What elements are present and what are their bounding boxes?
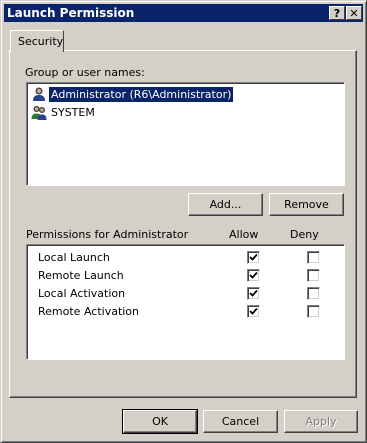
apply-button-label: Apply <box>305 415 337 428</box>
users-label: Group or user names: <box>25 66 145 79</box>
add-button-label: Add... <box>209 198 242 211</box>
close-icon[interactable]: ✕ <box>346 6 362 20</box>
list-item-administrator[interactable]: Administrator (R6\Administrator) <box>31 86 237 103</box>
group-icon <box>31 106 47 120</box>
permission-label: Local Launch <box>38 251 110 264</box>
ok-button-label: OK <box>152 415 168 428</box>
deny-header: Deny <box>290 228 319 241</box>
deny-checkbox[interactable] <box>307 269 320 282</box>
list-item-system[interactable]: SYSTEM <box>31 104 101 121</box>
allow-checkbox[interactable] <box>247 305 260 318</box>
permission-row-remote-activation: Remote Activation <box>38 303 348 321</box>
tab-security-label: Security <box>18 35 64 48</box>
deny-checkbox[interactable] <box>307 305 320 318</box>
cancel-button[interactable]: Cancel <box>203 410 278 433</box>
allow-checkbox[interactable] <box>247 251 260 264</box>
allow-checkbox[interactable] <box>247 287 260 300</box>
allow-checkbox[interactable] <box>247 269 260 282</box>
permission-label: Remote Activation <box>38 305 140 318</box>
allow-header: Allow <box>229 228 259 241</box>
deny-checkbox[interactable] <box>307 251 320 264</box>
permission-row-remote-launch: Remote Launch <box>38 267 348 285</box>
checkmark-icon <box>249 307 258 315</box>
permission-row-local-activation: Local Activation <box>38 285 348 303</box>
security-panel: Group or user names: Administrator (R6\A… <box>9 50 357 398</box>
list-item-label: SYSTEM <box>51 106 95 119</box>
permission-label: Remote Launch <box>38 269 124 282</box>
list-item-label: Administrator (R6\Administrator) <box>49 87 234 102</box>
user-icon <box>33 87 45 101</box>
help-button[interactable]: ? <box>329 6 345 20</box>
checkmark-icon <box>249 289 258 297</box>
permission-row-local-launch: Local Launch <box>38 249 348 267</box>
launch-permission-dialog: Launch Permission ? ✕ Security Group or … <box>0 0 367 443</box>
apply-button[interactable]: Apply <box>284 410 358 433</box>
permissions-header: Permissions for Administrator <box>26 228 189 241</box>
checkmark-icon <box>249 271 258 279</box>
permission-label: Local Activation <box>38 287 126 300</box>
user-listbox[interactable]: Administrator (R6\Administrator) SYSTEM <box>26 82 345 186</box>
remove-button[interactable]: Remove <box>269 193 344 216</box>
permissions-list: Local Launch Remote Launch Local Activat… <box>26 244 345 360</box>
remove-button-label: Remove <box>284 198 329 211</box>
ok-button[interactable]: OK <box>122 409 198 434</box>
window-title: Launch Permission <box>7 6 135 20</box>
cancel-button-label: Cancel <box>221 415 260 428</box>
tab-security[interactable]: Security <box>10 30 64 52</box>
checkmark-icon <box>249 253 258 261</box>
deny-checkbox[interactable] <box>307 287 320 300</box>
title-bar[interactable]: Launch Permission ? ✕ <box>4 4 363 22</box>
add-button[interactable]: Add... <box>188 193 263 216</box>
